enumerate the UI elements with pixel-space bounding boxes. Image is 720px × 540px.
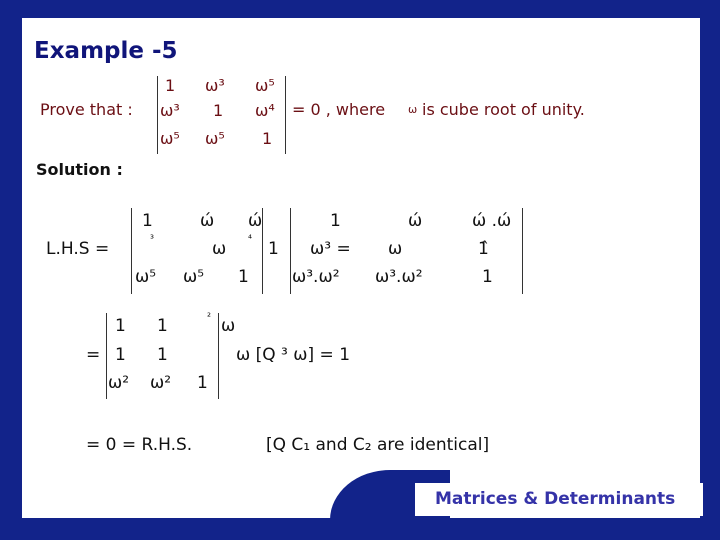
footer-title: Matrices & Determinants [435,489,676,509]
m33: 1 [262,129,273,148]
cell: ² [207,312,212,323]
cell: 1 [115,345,126,365]
reason-text: [Q C₁ and C₂ are identical] [266,435,490,455]
cell: 1 [157,345,168,365]
problem-tail: is cube root of unity. [422,100,585,119]
m12: ω³ [205,76,225,95]
slide-title: Example -5 [34,38,178,64]
m13: ω⁵ [255,76,275,95]
prove-label: Prove that : [40,100,133,119]
equals: = [86,345,101,365]
step2-note: ω [Q ³ ω] = 1 [236,345,351,365]
cell: 1 [142,211,153,231]
footer-box: Matrices & Determinants [415,483,703,516]
cell: ω⁵ [135,267,157,287]
cell: ⁴ [248,234,253,245]
det-bar [290,208,291,294]
cell: 1 [157,316,168,336]
det-bar [131,208,132,294]
cell: 1̂ [478,239,489,259]
omega-symbol: ω [408,103,418,116]
cell: ω⁵ [183,267,205,287]
cell: ώ [408,211,423,231]
cell: ώ [200,211,215,231]
cell: ω³ = [310,239,351,259]
cell: 1 [238,267,249,287]
lhs-label: L.H.S = [46,239,110,259]
m23: ω⁴ [255,101,275,120]
cell: 1 [197,373,208,393]
m21: ω³ [160,101,180,120]
det-bar [285,76,286,154]
result-text: = 0 = R.H.S. [86,435,193,455]
det-bar [218,313,219,399]
det-bar [157,76,158,154]
m11: 1 [165,76,176,95]
cell: ώ [248,211,263,231]
m22: 1 [213,101,224,120]
cell: ω³.ω² [375,267,423,287]
cell: ω³.ω² [292,267,340,287]
det-bar [522,208,523,294]
m31: ω⁵ [160,129,180,148]
solution-label: Solution : [36,160,123,179]
cell: ³ [150,234,155,245]
cell: ώ .ώ [472,211,512,231]
cell: ω [212,239,227,259]
equals-zero: = 0 , where [292,100,386,119]
cell: ω² [150,373,172,393]
cell: ω² [108,373,130,393]
cell: ω [221,316,236,336]
det-bar [106,313,107,399]
m32: ω⁵ [205,129,225,148]
cell: 1 [330,211,341,231]
cell: 1 [482,267,493,287]
cell: 1 [268,239,279,259]
cell: ω [388,239,403,259]
cell: 1 [115,316,126,336]
